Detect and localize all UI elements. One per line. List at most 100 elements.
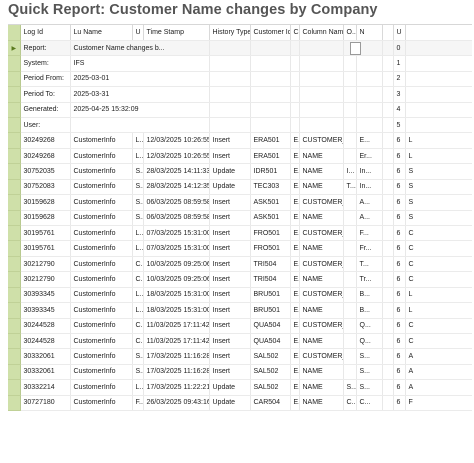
row-indicator[interactable] [8, 240, 21, 257]
table-row[interactable]: 30752035CustomerInfoS...28/03/2025 14:11… [8, 163, 472, 180]
row-indicator[interactable] [8, 194, 21, 211]
row-indicator[interactable] [8, 333, 21, 350]
cell-u: C... [132, 271, 144, 288]
table-row[interactable]: 30159628CustomerInfoS...06/03/2025 08:59… [8, 210, 472, 226]
cell-history-type: Insert [209, 210, 251, 226]
table-row[interactable]: 30332061CustomerInfoS...17/03/2025 11:16… [8, 348, 472, 365]
column-header-last[interactable] [405, 25, 472, 41]
table-row[interactable]: 30332061CustomerInfoS...17/03/2025 11:16… [8, 364, 472, 381]
table-row[interactable]: 30195761CustomerInfoL...07/03/2025 15:31… [8, 225, 472, 242]
cell-lu-name: CustomerInfo [70, 132, 133, 149]
cell-column-name: NAME [299, 395, 344, 412]
column-header-c[interactable]: C [290, 25, 300, 41]
cell-u: L... [132, 302, 144, 319]
row-indicator[interactable]: ▶ [8, 40, 21, 57]
table-row[interactable]: 30212790CustomerInfoC...10/03/2025 09:25… [8, 256, 472, 273]
cell-o [343, 364, 357, 381]
cell-last: L [405, 148, 472, 165]
checkbox-box[interactable] [349, 41, 361, 55]
table-row[interactable]: 30244528CustomerInfoC...11/03/2025 17:11… [8, 318, 472, 334]
table-row[interactable]: 30249268CustomerInfoL...12/03/2025 10:26… [8, 148, 472, 165]
cell-blank [382, 132, 394, 149]
meta-row-user[interactable]: User: 5 [8, 117, 472, 134]
cell-n: Fr... [356, 240, 383, 257]
table-row[interactable]: 30244528CustomerInfoC...11/03/2025 17:11… [8, 333, 472, 350]
cell-time-stamp: 18/03/2025 15:31:00 [143, 287, 210, 304]
row-indicator[interactable] [8, 132, 21, 149]
column-header-u2[interactable]: U [393, 25, 406, 41]
column-header-customer-id[interactable]: Customer Id [250, 25, 291, 41]
cell-o [343, 318, 357, 334]
cell-blank [382, 395, 394, 412]
row-indicator[interactable] [8, 318, 21, 334]
cell-lu-name: CustomerInfo [70, 240, 133, 257]
table-row[interactable]: 30727180CustomerInfoF...26/03/2025 09:43… [8, 395, 472, 412]
column-header-o[interactable]: O... [343, 25, 357, 41]
column-header-u[interactable]: U [132, 25, 144, 41]
table-row[interactable]: 30393345CustomerInfoL...18/03/2025 15:31… [8, 302, 472, 319]
cell-lu-name: CustomerInfo [70, 395, 133, 412]
meta-row-report[interactable]: ▶ Report: Customer Name changes b... 0 [8, 40, 472, 57]
row-indicator[interactable] [8, 395, 21, 412]
cell-history-type: Insert [209, 302, 251, 319]
cell-lu-name: CustomerInfo [70, 348, 133, 365]
cell-u2: 6 [393, 271, 406, 288]
cell-o [343, 333, 357, 350]
row-indicator[interactable] [8, 256, 21, 273]
row-indicator[interactable] [8, 71, 21, 88]
cell-o: I... [343, 163, 357, 180]
cell-lu-name: CustomerInfo [70, 302, 133, 319]
cell-c: E.. [290, 333, 300, 350]
cell-log-id: 30393345 [20, 287, 71, 304]
row-indicator[interactable] [8, 117, 21, 134]
meta-row-period-to[interactable]: Period To: 2025-03-31 3 [8, 86, 472, 103]
column-header-n[interactable]: N [356, 25, 383, 41]
cell-customer-id: BRU501 [250, 287, 291, 304]
row-indicator[interactable] [8, 364, 21, 381]
table-row[interactable]: 30212790CustomerInfoC...10/03/2025 09:25… [8, 271, 472, 288]
report-grid[interactable]: Log Id Lu Name U Time Stamp History Type… [8, 24, 472, 462]
cell-blank [382, 256, 394, 273]
cell-customer-id: ASK501 [250, 194, 291, 211]
cell-o [343, 210, 357, 226]
cell-blank [382, 240, 394, 257]
table-row[interactable]: 30752083CustomerInfoS...28/03/2025 14:12… [8, 179, 472, 196]
cell-u: F... [132, 395, 144, 412]
row-indicator[interactable] [8, 348, 21, 365]
column-header-lu-name[interactable]: Lu Name [70, 25, 133, 41]
table-row[interactable]: 30159628CustomerInfoS...06/03/2025 08:59… [8, 194, 472, 211]
cell-last: C [405, 333, 472, 350]
row-indicator[interactable] [8, 102, 21, 119]
row-indicator[interactable] [8, 163, 21, 180]
cell-n: E... [356, 132, 383, 149]
table-row[interactable]: 30332214CustomerInfoL...17/03/2025 11:22… [8, 379, 472, 396]
row-indicator[interactable] [8, 55, 21, 72]
row-indicator[interactable] [8, 148, 21, 165]
row-indicator[interactable] [8, 225, 21, 242]
table-row[interactable]: 30249268CustomerInfoL...12/03/2025 10:26… [8, 132, 472, 149]
column-header-time-stamp[interactable]: Time Stamp [143, 25, 210, 41]
row-indicator[interactable] [8, 86, 21, 103]
cell-u2: 6 [393, 395, 406, 412]
meta-row-system[interactable]: System: IFS 1 [8, 55, 472, 72]
cell-column-name: NAME [299, 379, 344, 396]
cell-c: E.. [290, 225, 300, 242]
row-indicator[interactable] [8, 302, 21, 319]
cell-c: E.. [290, 348, 300, 365]
column-header-log-id[interactable]: Log Id [20, 25, 71, 41]
meta-row-period-from[interactable]: Period From: 2025-03-01 2 [8, 71, 472, 88]
cell-last: A [405, 364, 472, 381]
row-indicator[interactable] [8, 210, 21, 226]
row-indicator[interactable] [8, 287, 21, 304]
table-row[interactable]: 30393345CustomerInfoL...18/03/2025 15:31… [8, 287, 472, 304]
column-header-history-type[interactable]: History Type [209, 25, 251, 41]
row-indicator[interactable] [8, 379, 21, 396]
row-indicator[interactable] [8, 271, 21, 288]
column-header-blank[interactable] [382, 25, 394, 41]
table-row[interactable]: 30195761CustomerInfoL...07/03/2025 15:31… [8, 240, 472, 257]
row-indicator[interactable] [8, 179, 21, 196]
checkbox[interactable] [343, 40, 383, 57]
cell-o [343, 271, 357, 288]
column-header-column-name[interactable]: Column Name [299, 25, 344, 41]
meta-row-generated[interactable]: Generated: 2025-04-25 15:32:09 4 [8, 102, 472, 119]
